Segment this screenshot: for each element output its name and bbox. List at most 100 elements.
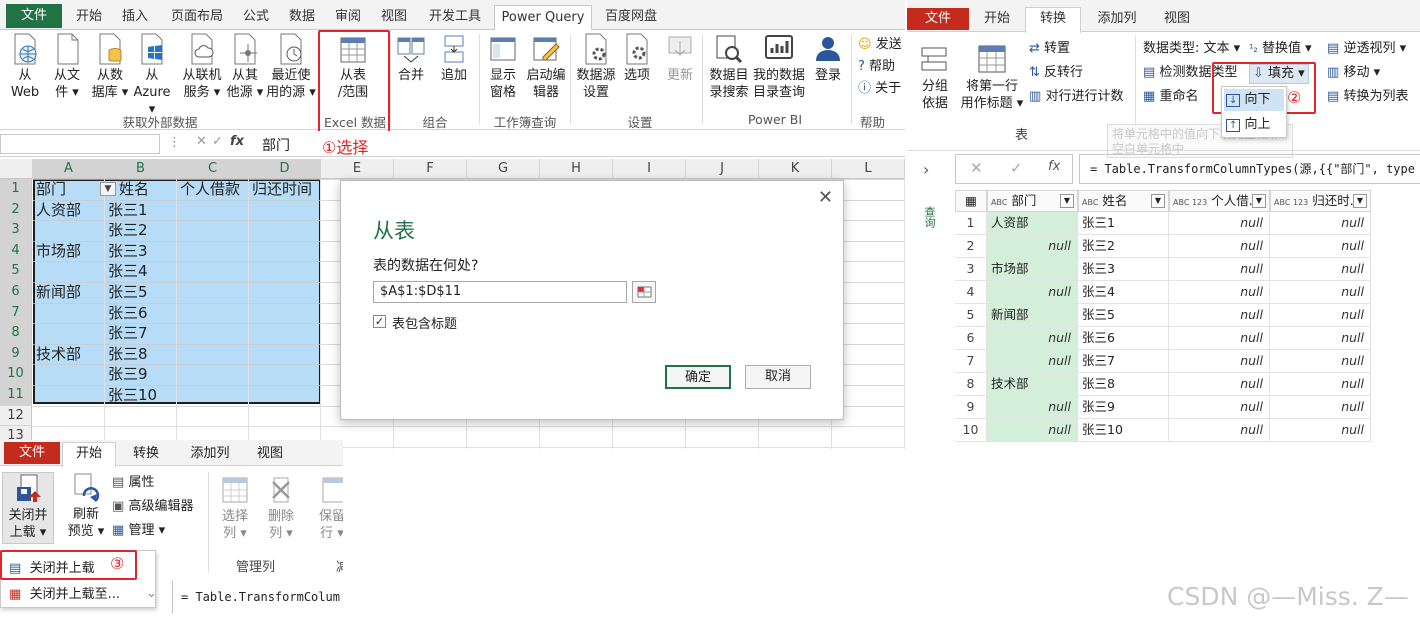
cell-dept-5[interactable]: 新闻部 (987, 304, 1078, 327)
cell-name-4[interactable]: 张三3 (105, 241, 177, 262)
cell-dept-4[interactable]: 市场部 (33, 241, 105, 262)
sign-in-button[interactable]: 登录 (810, 33, 846, 84)
expand-queries-icon[interactable]: › (923, 160, 929, 179)
cell-dept-1[interactable]: 人资部 (987, 212, 1078, 235)
cell-name-10[interactable]: 张三10 (1078, 419, 1169, 442)
row-header-11[interactable]: 11 (0, 385, 32, 406)
cell-return-2[interactable]: null (1270, 235, 1371, 258)
row-header-6[interactable]: 6 (0, 282, 32, 303)
tab-review[interactable]: 审阅 (328, 5, 368, 30)
row-number-10[interactable]: 10 (955, 419, 987, 442)
from-web-button[interactable]: 从 Web (5, 33, 45, 101)
tab-insert[interactable]: 插入 (114, 5, 156, 30)
properties-button[interactable]: ▤ 属性 (112, 474, 154, 492)
replace-values-button[interactable]: ¹₂ 替换值 ▾ (1249, 40, 1312, 58)
row-header-9[interactable]: 9 (0, 343, 32, 365)
filter-dropdown-icon[interactable]: ▼ (100, 182, 116, 196)
cell-header-2[interactable]: 个人借款 (177, 179, 249, 200)
range-input[interactable]: $A$1:$D$11 (373, 281, 627, 303)
column-header-C[interactable]: C (177, 159, 249, 179)
column-header-D[interactable]: D (249, 159, 321, 179)
from-file-button[interactable]: 从文件 ▾ (47, 33, 87, 101)
cell-loan-8[interactable]: null (1169, 373, 1270, 396)
row-header-8[interactable]: 8 (0, 323, 32, 344)
row-number-9[interactable]: 9 (955, 396, 987, 419)
row-number-6[interactable]: 6 (955, 327, 987, 350)
data-catalog-search-button[interactable]: 数据目 录搜索 (705, 33, 753, 101)
close-and-load-button[interactable]: 关闭并 上载 ▾ (2, 472, 54, 544)
reverse-rows-button[interactable]: ⇅ 反转行 (1029, 64, 1083, 82)
cell-return-5[interactable]: null (1270, 304, 1371, 327)
cell-loan-2[interactable]: null (1169, 235, 1270, 258)
tab-developer[interactable]: 开发工具 (420, 5, 490, 30)
data-source-settings-button[interactable]: 数据源 设置 (573, 33, 619, 101)
pq-tab-view[interactable]: 视图 (1155, 8, 1199, 30)
cell-loan-10[interactable]: null (1169, 419, 1270, 442)
cell-loan-6[interactable]: null (1169, 327, 1270, 350)
pq-bottom-tab-add-column[interactable]: 添加列 (180, 443, 240, 465)
pq-tab-transform[interactable]: 转换 (1025, 7, 1081, 33)
type-icon[interactable]: ABC (991, 199, 1007, 207)
tab-page-layout[interactable]: 页面布局 (162, 5, 232, 30)
cell-loan-7[interactable]: null (1169, 350, 1270, 373)
column-header-4[interactable]: ABC 123 归还时... ▼ (1270, 190, 1371, 212)
dialog-close-icon[interactable]: ✕ (818, 187, 833, 208)
row-number-7[interactable]: 7 (955, 350, 987, 373)
column-header-3[interactable]: ABC 123 个人借... ▼ (1169, 190, 1270, 212)
pq-formula-cancel-icon[interactable]: ✕ (970, 159, 983, 177)
menu-close-and-load-to[interactable]: ▦ 关闭并上载至... (9, 583, 120, 602)
formula-more-icon[interactable]: ⋮ (168, 135, 181, 150)
row-header-7[interactable]: 7 (0, 302, 32, 324)
cell-name-7[interactable]: 张三7 (1078, 350, 1169, 373)
cell-name-6[interactable]: 张三6 (1078, 327, 1169, 350)
type-icon[interactable]: ABC (1082, 199, 1098, 207)
cell-dept-6[interactable]: null (987, 327, 1078, 350)
group-by-button[interactable]: 分组 依据 (915, 44, 955, 112)
cell-dept-4[interactable]: null (987, 281, 1078, 304)
column-header-H[interactable]: H (540, 159, 613, 179)
pq-formula-accept-icon[interactable]: ✓ (1010, 159, 1023, 177)
cell-dept-6[interactable]: 新闻部 (33, 282, 105, 303)
cell-loan-1[interactable]: null (1169, 212, 1270, 235)
column-header-G[interactable]: G (467, 159, 540, 179)
table-select-all[interactable]: ▦ (955, 190, 987, 212)
column-filter-icon[interactable]: ▼ (1353, 194, 1367, 208)
merge-button[interactable]: 合并 (394, 33, 428, 84)
column-header-I[interactable]: I (613, 159, 686, 179)
pq-fx-icon[interactable]: fx (1048, 159, 1060, 174)
fill-up-item[interactable]: ↑ 向上 (1224, 114, 1284, 136)
cell-name-11[interactable]: 张三10 (105, 385, 177, 406)
cell-dept-2[interactable]: 人资部 (33, 200, 105, 221)
select-all-corner[interactable] (0, 159, 33, 179)
from-online-services-button[interactable]: 从联机 服务 ▾ (177, 33, 227, 101)
cell-name-1[interactable]: 张三1 (1078, 212, 1169, 235)
cell-return-3[interactable]: null (1270, 258, 1371, 281)
column-header-A[interactable]: A (33, 159, 105, 179)
row-number-4[interactable]: 4 (955, 281, 987, 304)
append-button[interactable]: 追加 (436, 33, 472, 84)
convert-to-list-button[interactable]: ▤ 转换为列表 (1327, 88, 1408, 106)
transpose-button[interactable]: ⇄ 转置 (1029, 40, 1070, 58)
row-header-2[interactable]: 2 (0, 199, 32, 221)
row-number-8[interactable]: 8 (955, 373, 987, 396)
row-header-10[interactable]: 10 (0, 364, 32, 385)
cell-loan-9[interactable]: null (1169, 396, 1270, 419)
insert-function-icon[interactable]: fx (230, 134, 244, 149)
formula-enter-icon[interactable]: ✓ (212, 134, 223, 149)
cell-header-0[interactable]: 部门 (33, 179, 105, 200)
cell-dept-8[interactable]: 技术部 (987, 373, 1078, 396)
options-button[interactable]: 选项 (620, 33, 654, 84)
cell-loan-3[interactable]: null (1169, 258, 1270, 281)
cell-loan-5[interactable]: null (1169, 304, 1270, 327)
pq-bottom-tab-home[interactable]: 开始 (62, 442, 116, 467)
cell-name-4[interactable]: 张三4 (1078, 281, 1169, 304)
column-header-2[interactable]: ABC 姓名 ▼ (1078, 190, 1169, 212)
column-header-B[interactable]: B (105, 159, 177, 179)
cell-dept-10[interactable]: null (987, 419, 1078, 442)
tab-file[interactable]: 文件 (6, 4, 62, 28)
formula-expand-icon[interactable]: ⌄ (146, 586, 157, 601)
cell-name-7[interactable]: 张三6 (105, 303, 177, 324)
help-item[interactable]: ? 帮助 (858, 56, 902, 78)
cell-return-10[interactable]: null (1270, 419, 1371, 442)
cell-name-8[interactable]: 张三7 (105, 323, 177, 344)
